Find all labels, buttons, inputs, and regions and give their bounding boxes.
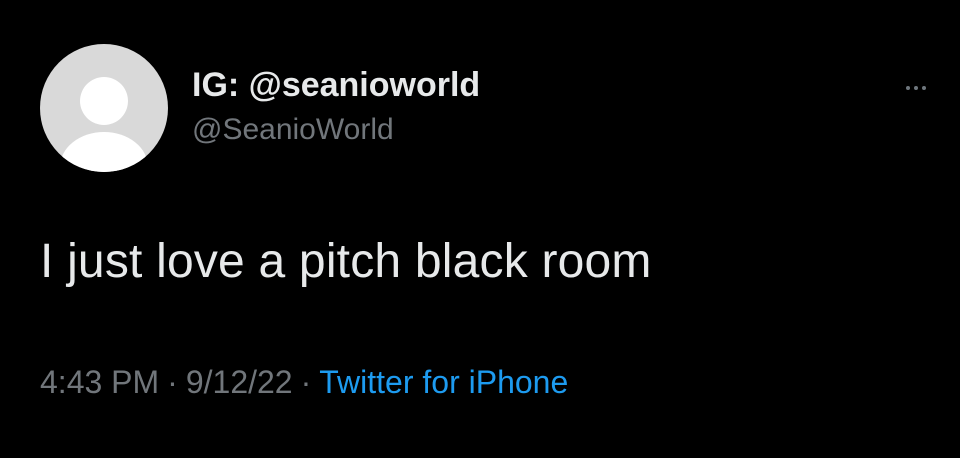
- tweet-date[interactable]: 9/12/22: [186, 364, 293, 400]
- tweet-text: I just love a pitch black room: [40, 235, 652, 288]
- tweet-source-link[interactable]: Twitter for iPhone: [319, 364, 568, 400]
- more-options-icon[interactable]: [896, 80, 936, 96]
- tweet-metadata: 4:43 PM · 9/12/22 · Twitter for iPhone: [40, 364, 568, 401]
- tweet-time[interactable]: 4:43 PM: [40, 364, 159, 400]
- avatar-head-shape: [80, 77, 128, 125]
- author-handle[interactable]: @SeanioWorld: [192, 113, 394, 147]
- ellipsis-dot: [922, 86, 926, 90]
- avatar-body-shape: [60, 132, 148, 172]
- author-display-name[interactable]: IG: @seanioworld: [192, 66, 480, 105]
- meta-separator: ·: [167, 364, 178, 400]
- default-avatar-icon[interactable]: [40, 44, 168, 172]
- ellipsis-dot: [914, 86, 918, 90]
- meta-separator: ·: [300, 364, 312, 400]
- ellipsis-dot: [906, 86, 910, 90]
- tweet-card: IG: @seanioworld @SeanioWorld I just lov…: [0, 0, 960, 458]
